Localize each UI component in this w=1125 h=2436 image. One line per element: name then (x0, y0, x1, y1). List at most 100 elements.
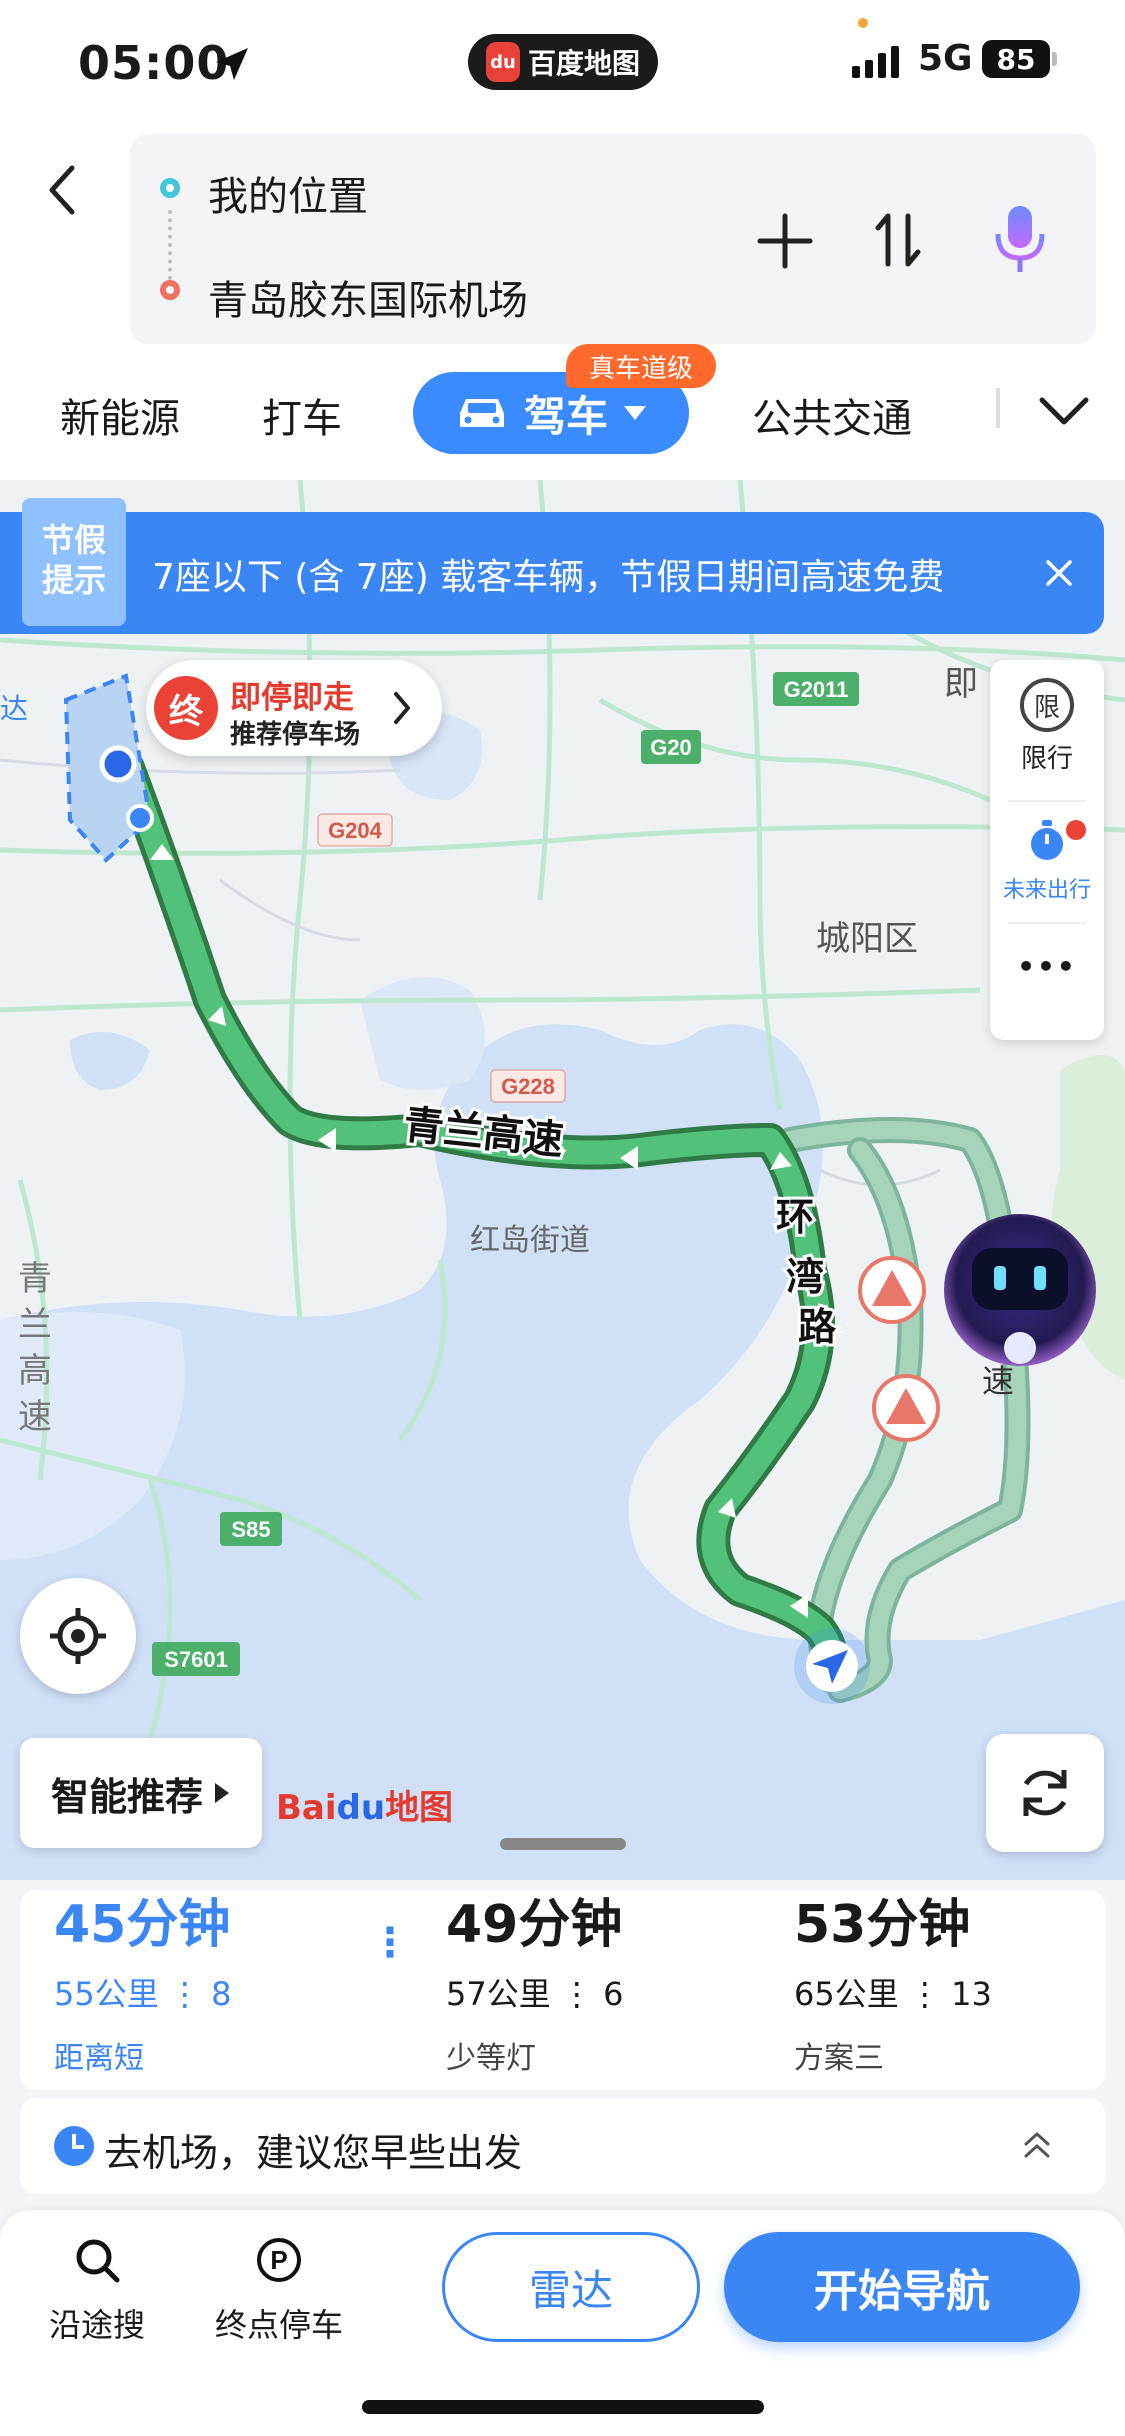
notice-tag-line1: 节假 (41, 521, 106, 559)
route-option-1[interactable]: 45分钟 55公里 ⋮ 8 距离短 (54, 1882, 231, 2077)
smart-recommend-label: 智能推荐 (50, 1774, 203, 1819)
logo-ditu: 地图 (385, 1788, 454, 1828)
notification-dot (1066, 820, 1086, 840)
route-option-3[interactable]: 53分钟 65公里 ⋮ 13 方案三 (794, 1882, 992, 2077)
route-2-tag: 少等灯 (446, 2041, 536, 2076)
logo-du: du (336, 1788, 386, 1828)
refresh-button[interactable] (986, 1734, 1104, 1852)
app-badge[interactable]: du 百度地图 (468, 34, 658, 90)
chevron-right-icon (394, 692, 410, 724)
label-hongdao: 红岛街道 (470, 1224, 590, 1257)
locate-button[interactable] (20, 1578, 136, 1694)
home-indicator[interactable] (362, 2400, 764, 2414)
battery-tip (1052, 52, 1057, 66)
destination-parking-button[interactable]: P 终点停车 (204, 2236, 354, 2346)
popup-subtitle: 推荐停车场 (230, 720, 361, 750)
caret-down-icon (624, 406, 646, 420)
label-da: 达 (0, 693, 28, 724)
parking-marker[interactable] (126, 804, 154, 832)
route-2-time: 49分钟 (446, 1895, 623, 1955)
sign-g204: G204 (328, 818, 383, 843)
label-huanwan-2: 湾 (786, 1256, 824, 1299)
assistant-robot-icon[interactable] (944, 1214, 1096, 1366)
label-qinglan-v-1: 青 (18, 1260, 52, 1298)
departure-advice[interactable]: 去机场，建议您早些出发 (20, 2098, 1105, 2194)
microphone-icon[interactable] (992, 204, 1048, 276)
notice-tag: 节假 提示 (22, 498, 126, 626)
label-huanwan-3: 路 (798, 1307, 837, 1349)
route-2-meta: 57公里 ⋮ 6 (446, 1969, 623, 2015)
logo-bai: Bai (276, 1788, 337, 1828)
destination-marker[interactable] (99, 745, 137, 783)
search-along-button[interactable]: 沿途搜 (42, 2236, 152, 2346)
route-connector (168, 210, 172, 280)
current-location-icon[interactable] (794, 1628, 870, 1704)
chevron-double-up-icon[interactable] (1020, 2128, 1054, 2162)
start-navigation-button[interactable]: 开始导航 (724, 2232, 1080, 2342)
play-caret-icon (215, 1783, 229, 1803)
refresh-icon (1023, 1770, 1067, 1816)
route-1-distance: 55公里 (54, 1975, 159, 2013)
tab-taxi[interactable]: 打车 (262, 386, 342, 444)
chevron-left-icon (49, 165, 75, 215)
lane-level-badge: 真车道级 (566, 344, 716, 388)
stopwatch-icon (1031, 820, 1063, 860)
destination-field[interactable]: 青岛胶东国际机场 (208, 268, 528, 326)
sign-g20: G20 (650, 735, 692, 760)
label-chengyang: 城阳区 (816, 920, 918, 958)
advice-text: 去机场，建议您早些出发 (104, 2131, 523, 2175)
label-ji: 即 (944, 665, 978, 703)
destination-parking-label: 终点停车 (214, 2306, 343, 2344)
chevron-down-icon[interactable] (1036, 392, 1092, 428)
baidu-logo: Baidu地图 (276, 1780, 453, 1829)
tab-transit[interactable]: 公共交通 (752, 386, 912, 444)
crosshair-icon (50, 1608, 106, 1664)
add-waypoint-button[interactable] (756, 212, 814, 270)
tab-new-energy[interactable]: 新能源 (60, 386, 180, 444)
svg-text:P: P (270, 2245, 287, 2275)
status-time: 05:00 (78, 36, 230, 90)
origin-field[interactable]: 我的位置 (208, 164, 368, 222)
construction-icon-2[interactable] (872, 1374, 940, 1442)
route-1-meta: 55公里 ⋮ 8 (54, 1969, 231, 2015)
future-travel-button[interactable]: 未来出行 (990, 818, 1104, 904)
traffic-light-icon: ⋮ (168, 1975, 201, 2013)
route-3-meta: 65公里 ⋮ 13 (794, 1969, 992, 2015)
baidu-map-logo-icon: du (485, 42, 520, 82)
construction-icon-1[interactable] (858, 1256, 926, 1324)
parking-icon: P (257, 2238, 301, 2282)
close-icon[interactable] (1044, 558, 1074, 588)
swap-button[interactable] (872, 210, 924, 270)
smart-recommend-button[interactable]: 智能推荐 (20, 1738, 262, 1848)
divider (1008, 800, 1086, 802)
status-bar: 05:00 du 百度地图 5G 85 (0, 0, 1125, 130)
tab-drive-label: 驾车 (523, 391, 608, 441)
back-button[interactable] (42, 160, 92, 220)
traffic-light-icon: ⋮ (908, 1975, 941, 2013)
sign-s85: S85 (231, 1517, 270, 1542)
route-2-distance: 57公里 (446, 1975, 551, 2013)
radar-button[interactable]: 雷达 (442, 2232, 700, 2342)
restriction-button[interactable]: 限 限行 (990, 678, 1104, 775)
sheet-drag-handle[interactable] (500, 1838, 626, 1850)
app-name: 百度地图 (527, 47, 640, 80)
more-button[interactable]: ••• (990, 950, 1104, 983)
popup-title: 即停即走 (230, 680, 354, 716)
clock-icon (54, 2126, 94, 2166)
network-type: 5G (918, 38, 973, 79)
route-1-time: 45分钟 (54, 1895, 231, 1955)
battery-level: 85 (996, 42, 1036, 76)
sign-g2011: G2011 (784, 677, 849, 702)
future-travel-label: 未来出行 (1002, 878, 1091, 903)
destination-parking-popup[interactable]: 终 即停即走 推荐停车场 (146, 660, 442, 756)
route-1-more-icon[interactable]: ⋮ (370, 1920, 410, 1966)
route-3-tag: 方案三 (794, 2041, 884, 2076)
location-arrow-icon (216, 48, 248, 80)
battery-icon: 85 (982, 40, 1050, 78)
route-1-tag: 距离短 (54, 2041, 144, 2076)
divider (1008, 922, 1086, 924)
label-qinglan-v-2: 兰 (18, 1306, 52, 1344)
label-qinglan-v-4: 速 (18, 1398, 52, 1436)
tab-fade-divider (996, 388, 1000, 428)
route-option-2[interactable]: 49分钟 57公里 ⋮ 6 少等灯 (446, 1882, 623, 2077)
